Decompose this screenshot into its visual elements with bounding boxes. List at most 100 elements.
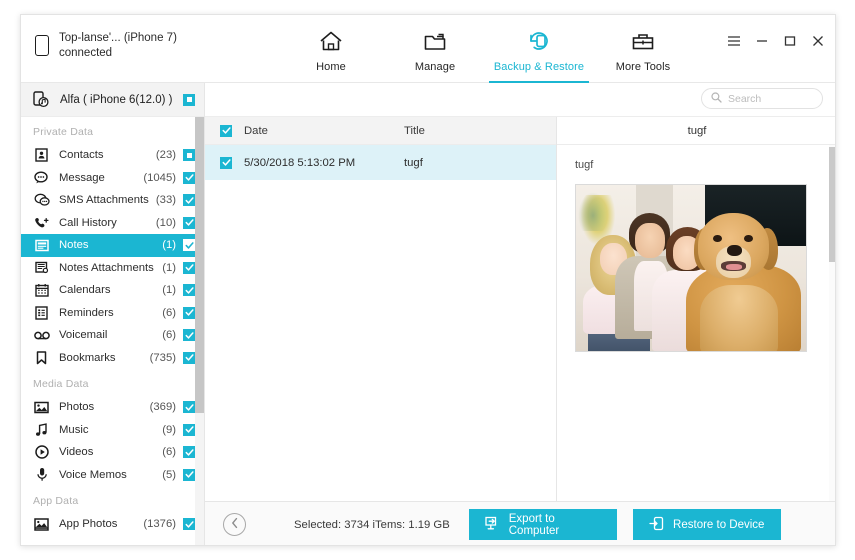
sidebar-item-checkbox[interactable] xyxy=(183,149,195,162)
sidebar-item-app-photos[interactable]: App Photos (1376) xyxy=(21,513,204,536)
photos-icon xyxy=(33,400,50,415)
preview-scrollbar-thumb[interactable] xyxy=(829,147,835,262)
notes-attachments-icon xyxy=(33,260,50,275)
call-history-icon xyxy=(33,215,50,230)
sidebar-item-count: (5) xyxy=(162,468,176,481)
message-icon xyxy=(33,170,50,185)
group-label-app-data: App Data xyxy=(33,495,79,507)
sidebar-item-count: (735) xyxy=(149,351,176,364)
column-header-title[interactable]: Title xyxy=(404,125,425,137)
sidebar-item-count: (33) xyxy=(155,194,176,207)
sidebar-item-music[interactable]: Music (9) xyxy=(21,419,204,442)
sidebar-scroll-area: Private Data Contacts (23) Message (1045… xyxy=(21,117,204,545)
sidebar-item-checkbox[interactable] xyxy=(183,468,195,481)
sidebar-scrollbar[interactable] xyxy=(195,117,204,545)
search-icon xyxy=(711,90,722,108)
home-icon xyxy=(319,28,343,54)
note-title: tugf xyxy=(575,159,594,171)
row-title: tugf xyxy=(404,156,423,169)
notes-icon xyxy=(33,238,50,253)
tab-home-label: Home xyxy=(316,61,346,73)
videos-icon xyxy=(33,445,50,460)
maximize-icon[interactable] xyxy=(782,33,797,48)
connected-device-info: Top-lanse'... (iPhone 7) connected xyxy=(35,31,177,60)
folder-icon xyxy=(423,28,447,54)
device-music-icon xyxy=(33,91,51,108)
back-button[interactable] xyxy=(223,513,246,536)
bookmark-icon xyxy=(33,350,50,365)
select-all-checkbox[interactable] xyxy=(220,124,232,137)
sidebar-item-photos[interactable]: Photos (369) xyxy=(21,396,204,419)
minimize-icon[interactable] xyxy=(754,33,769,48)
sidebar-item-videos[interactable]: Videos (6) xyxy=(21,441,204,464)
export-to-computer-button[interactable]: Export to Computer xyxy=(468,509,617,540)
sidebar-item-message[interactable]: Message (1045) xyxy=(21,167,204,190)
tab-home[interactable]: Home xyxy=(279,15,383,83)
sidebar-item-notes-attachments[interactable]: Notes Attachments (1) xyxy=(21,257,204,280)
sidebar-item-notes[interactable]: Notes (1) xyxy=(21,234,204,257)
sidebar-item-contacts[interactable]: Contacts (23) xyxy=(21,144,204,167)
sidebar-item-checkbox[interactable] xyxy=(183,216,195,229)
sidebar-scrollbar-thumb[interactable] xyxy=(195,117,204,413)
sidebar-item-checkbox[interactable] xyxy=(183,518,195,531)
sidebar-item-voicemail[interactable]: Voicemail (6) xyxy=(21,324,204,347)
device-selector-checkbox[interactable] xyxy=(183,93,195,106)
sidebar-item-count: (1045) xyxy=(143,171,176,184)
sidebar-item-checkbox[interactable] xyxy=(183,284,195,297)
sidebar-item-label: Videos xyxy=(59,446,94,459)
sidebar-item-label: Voicemail xyxy=(59,329,108,342)
tab-manage-label: Manage xyxy=(414,61,456,73)
voice-memos-icon xyxy=(33,467,50,482)
photo-plant xyxy=(578,191,609,232)
sidebar-item-count: (23) xyxy=(155,149,176,162)
sidebar-item-checkbox[interactable] xyxy=(183,351,195,364)
device-selector[interactable]: Alfa ( iPhone 6(12.0) ) xyxy=(21,83,204,117)
sidebar-item-voice-memos[interactable]: Voice Memos (5) xyxy=(21,464,204,487)
row-date: 5/30/2018 5:13:02 PM xyxy=(244,156,356,169)
restore-to-device-label: Restore to Device xyxy=(673,518,765,531)
sidebar-item-reminders[interactable]: Reminders (6) xyxy=(21,302,204,325)
sidebar-item-checkbox[interactable] xyxy=(183,239,195,252)
group-label-media-data: Media Data xyxy=(33,378,89,390)
tab-backup-and-restore[interactable]: Backup & Restore xyxy=(487,15,591,83)
contacts-icon xyxy=(33,148,50,163)
sidebar-item-checkbox[interactable] xyxy=(183,401,195,414)
sidebar-item-count: (1) xyxy=(162,261,176,274)
restore-to-device-button[interactable]: Restore to Device xyxy=(632,509,781,540)
column-header-date[interactable]: Date xyxy=(244,125,404,137)
sidebar-item-checkbox[interactable] xyxy=(183,261,195,274)
search-input[interactable] xyxy=(728,92,813,105)
content-panes: Date Title 5/30/2018 5:13:02 PM tugf tug… xyxy=(205,117,835,501)
sidebar-item-label: Reminders xyxy=(59,306,114,319)
sidebar-item-label: App Photos xyxy=(59,518,118,531)
tab-manage[interactable]: Manage xyxy=(383,15,487,83)
reminders-icon xyxy=(33,305,50,320)
preview-scrollbar[interactable] xyxy=(829,145,835,501)
sidebar-item-count: (6) xyxy=(162,306,176,319)
search-box[interactable] xyxy=(701,88,823,109)
sidebar-item-checkbox[interactable] xyxy=(183,329,195,342)
close-icon[interactable] xyxy=(810,33,825,48)
device-name: Top-lanse'... (iPhone 7) xyxy=(59,32,177,44)
main-navigation-tabs: Home Manage Backup & Restore More Tools xyxy=(279,15,695,83)
selection-summary: Selected: 3734 iTems: 1.19 GB xyxy=(294,518,450,531)
tab-more-tools[interactable]: More Tools xyxy=(591,15,695,83)
sidebar-item-checkbox[interactable] xyxy=(183,194,195,207)
export-to-computer-label: Export to Computer xyxy=(508,512,560,537)
group-label-private-data: Private Data xyxy=(33,126,94,138)
table-row[interactable]: 5/30/2018 5:13:02 PM tugf xyxy=(205,145,556,180)
sidebar-item-bookmarks[interactable]: Bookmarks (735) xyxy=(21,347,204,370)
row-checkbox[interactable] xyxy=(220,156,232,169)
sidebar-item-checkbox[interactable] xyxy=(183,423,195,436)
sidebar-item-checkbox[interactable] xyxy=(183,171,195,184)
title-bar: Top-lanse'... (iPhone 7) connected Home … xyxy=(21,15,835,83)
item-list-pane: Date Title 5/30/2018 5:13:02 PM tugf xyxy=(205,117,557,501)
menu-icon[interactable] xyxy=(726,33,741,48)
sidebar-item-calendars[interactable]: Calendars (1) xyxy=(21,279,204,302)
sidebar-item-call-history[interactable]: Call History (10) xyxy=(21,212,204,235)
sidebar-item-checkbox[interactable] xyxy=(183,446,195,459)
sidebar-item-checkbox[interactable] xyxy=(183,306,195,319)
phone-icon xyxy=(35,35,49,56)
photo-dog-nose xyxy=(726,244,742,257)
sidebar-item-sms-attachments[interactable]: SMS Attachments (33) xyxy=(21,189,204,212)
